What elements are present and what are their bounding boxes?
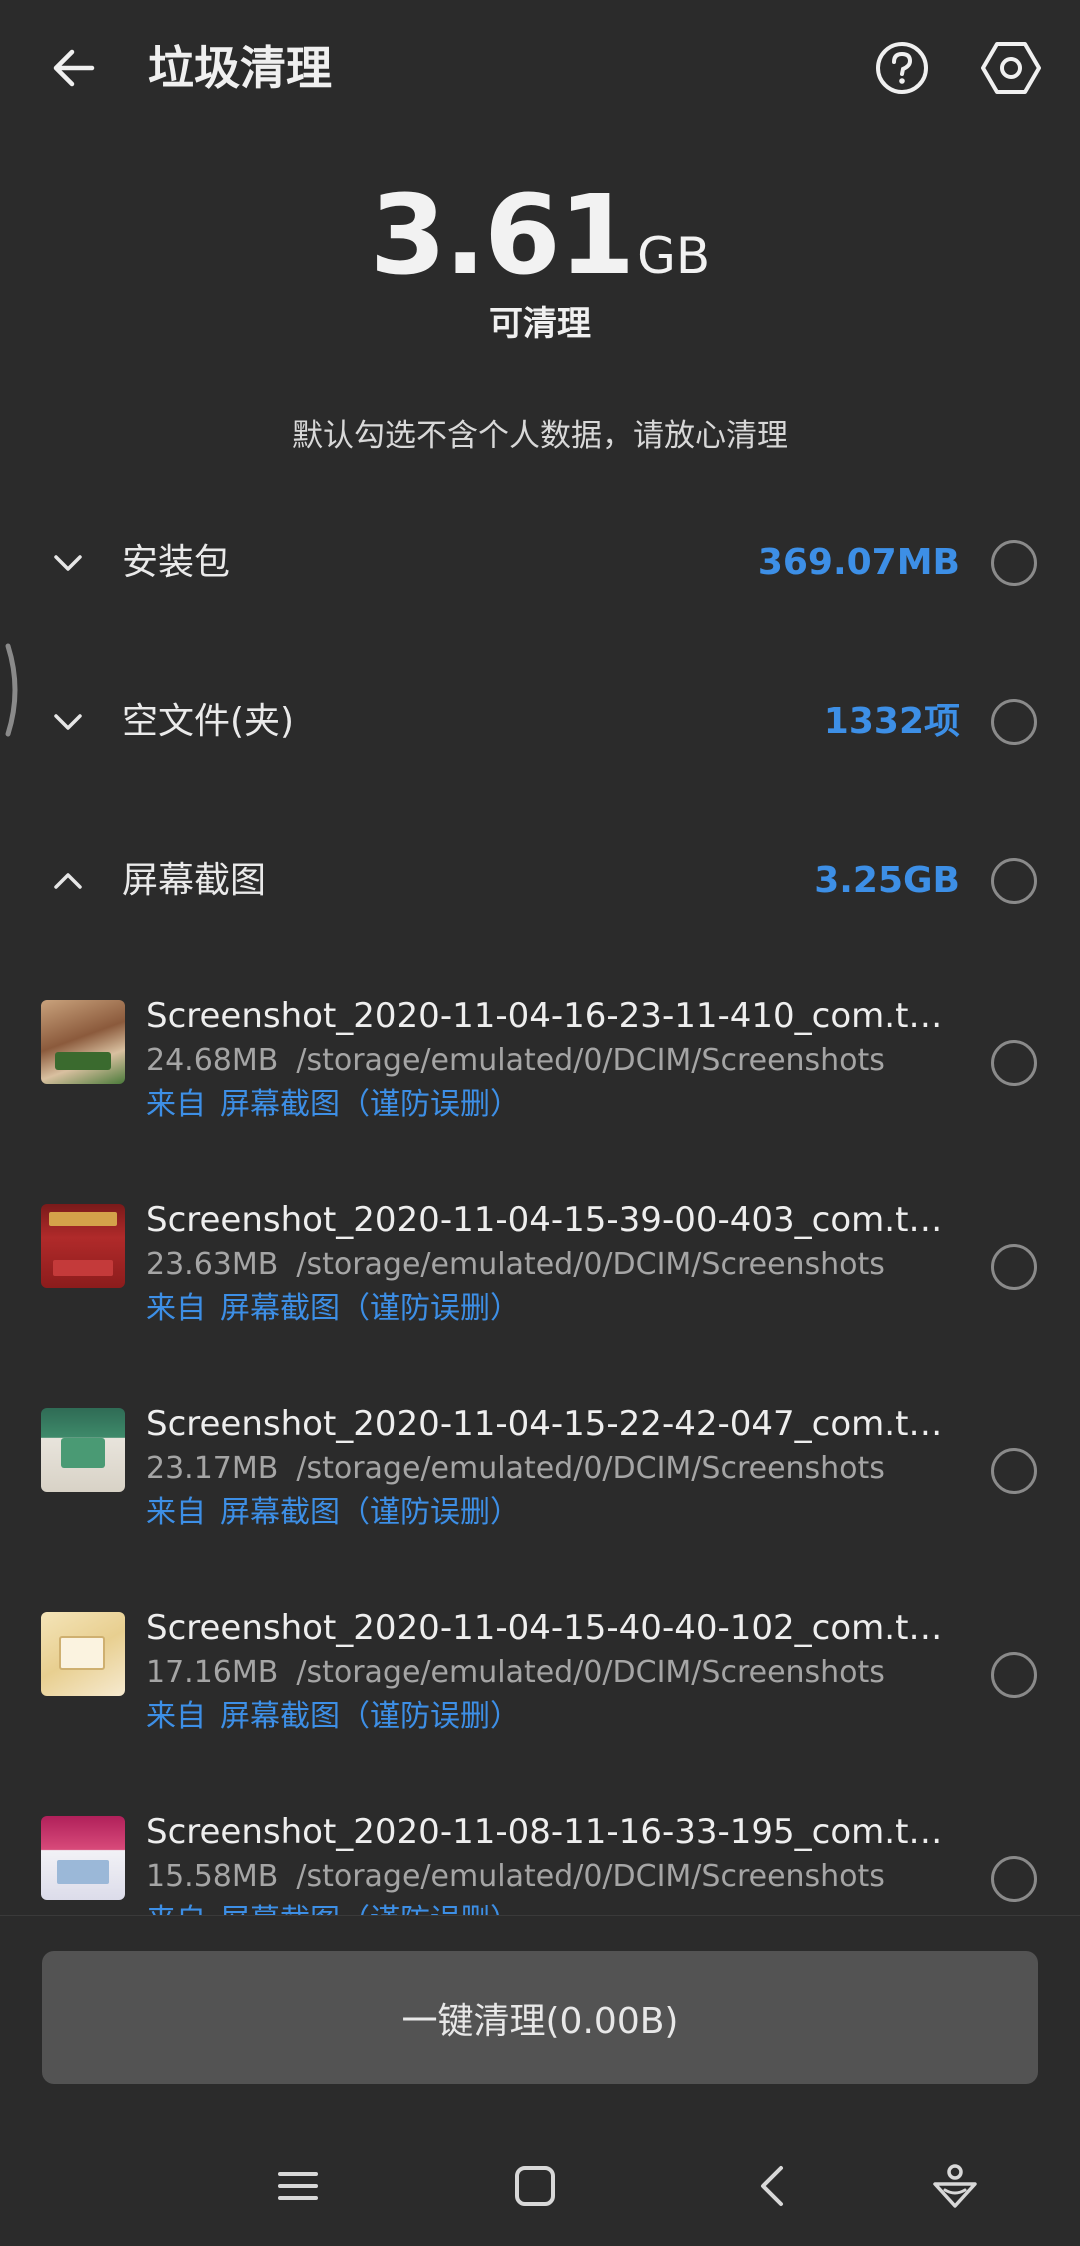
chevron-left-icon bbox=[761, 2166, 783, 2206]
file-size: 17.16MB bbox=[146, 1655, 279, 1690]
back-nav-button[interactable] bbox=[733, 2146, 813, 2226]
category-size: 369.07MB bbox=[757, 542, 960, 583]
file-size: 24.68MB bbox=[146, 1043, 279, 1078]
cleanable-size-value: 3.61 bbox=[369, 171, 635, 299]
source-prefix: 来自 bbox=[146, 1903, 206, 1915]
source-prefix: 来自 bbox=[146, 1495, 206, 1530]
file-source: 来自屏幕截图（谨防误删） bbox=[146, 1492, 520, 1534]
category-checkbox[interactable] bbox=[991, 540, 1037, 586]
category-count: 1332项 bbox=[823, 701, 960, 742]
file-thumbnail bbox=[41, 1612, 125, 1696]
file-name: Screenshot_2020-11-04-15-22-42-047_com.t… bbox=[146, 1404, 956, 1444]
file-checkbox[interactable] bbox=[991, 1244, 1037, 1290]
chevron-down-icon bbox=[54, 555, 82, 571]
file-meta: 23.17MB/storage/emulated/0/DCIM/Screensh… bbox=[146, 1448, 885, 1490]
category-empty-folders[interactable]: 空文件(夹) 1332项 bbox=[0, 672, 1080, 772]
category-checkbox[interactable] bbox=[991, 858, 1037, 904]
file-meta: 24.68MB/storage/emulated/0/DCIM/Screensh… bbox=[146, 1040, 885, 1082]
assistant-icon bbox=[933, 2164, 977, 2208]
help-icon bbox=[876, 42, 928, 94]
cleanable-size-unit: GB bbox=[637, 227, 711, 285]
file-checkbox[interactable] bbox=[991, 1448, 1037, 1494]
file-name: Screenshot_2020-11-08-11-16-33-195_com.t… bbox=[146, 1812, 956, 1852]
file-size: 15.58MB bbox=[146, 1859, 279, 1894]
file-name: Screenshot_2020-11-04-15-39-00-403_com.t… bbox=[146, 1200, 956, 1240]
file-checkbox[interactable] bbox=[991, 1856, 1037, 1902]
file-source: 来自屏幕截图（谨防误删） bbox=[146, 1696, 520, 1738]
file-checkbox[interactable] bbox=[991, 1040, 1037, 1086]
source-link[interactable]: 屏幕截图（谨防误删） bbox=[220, 1903, 520, 1915]
list-item[interactable]: Screenshot_2020-11-04-15-40-40-102_com.t… bbox=[0, 1572, 1080, 1776]
back-button[interactable] bbox=[44, 38, 104, 98]
category-label: 安装包 bbox=[122, 542, 231, 583]
category-size: 3.25GB bbox=[814, 860, 960, 901]
safety-tip: 默认勾选不含个人数据，请放心清理 bbox=[292, 418, 788, 454]
file-path: /storage/emulated/0/DCIM/Screenshots bbox=[296, 1043, 885, 1078]
source-prefix: 来自 bbox=[146, 1699, 206, 1734]
assistant-nav-button[interactable] bbox=[915, 2146, 995, 2226]
chevron-down-icon bbox=[54, 714, 82, 730]
source-link[interactable]: 屏幕截图（谨防误删） bbox=[220, 1291, 520, 1326]
file-name: Screenshot_2020-11-04-15-40-40-102_com.t… bbox=[146, 1608, 956, 1648]
file-path: /storage/emulated/0/DCIM/Screenshots bbox=[296, 1859, 885, 1894]
list-item[interactable]: Screenshot_2020-11-04-15-39-00-403_com.t… bbox=[0, 1164, 1080, 1368]
app-header: 垃圾清理 bbox=[0, 0, 1080, 140]
cleanable-summary: 3.61 GB 可清理 bbox=[0, 170, 1080, 345]
cleanable-label: 可清理 bbox=[489, 304, 591, 344]
file-size: 23.63MB bbox=[146, 1247, 279, 1282]
list-item[interactable]: Screenshot_2020-11-04-15-22-42-047_com.t… bbox=[0, 1368, 1080, 1572]
file-path: /storage/emulated/0/DCIM/Screenshots bbox=[296, 1247, 885, 1282]
source-prefix: 来自 bbox=[146, 1087, 206, 1122]
home-nav-button[interactable] bbox=[495, 2146, 575, 2226]
file-thumbnail bbox=[41, 1408, 125, 1492]
list-item[interactable]: Screenshot_2020-11-08-11-16-33-195_com.t… bbox=[0, 1776, 1080, 1915]
file-thumbnail bbox=[41, 1816, 125, 1900]
category-label: 屏幕截图 bbox=[122, 860, 267, 901]
source-prefix: 来自 bbox=[146, 1291, 206, 1326]
file-source: 来自屏幕截图（谨防误删） bbox=[146, 1084, 520, 1126]
file-meta: 15.58MB/storage/emulated/0/DCIM/Screensh… bbox=[146, 1856, 885, 1898]
category-label: 空文件(夹) bbox=[122, 701, 295, 742]
file-size: 23.17MB bbox=[146, 1451, 279, 1486]
menu-icon bbox=[278, 2172, 318, 2200]
category-checkbox[interactable] bbox=[991, 699, 1037, 745]
file-name: Screenshot_2020-11-04-16-23-11-410_com.t… bbox=[146, 996, 956, 1036]
gear-icon bbox=[981, 42, 1041, 94]
file-path: /storage/emulated/0/DCIM/Screenshots bbox=[296, 1655, 885, 1690]
file-path: /storage/emulated/0/DCIM/Screenshots bbox=[296, 1451, 885, 1486]
file-meta: 17.16MB/storage/emulated/0/DCIM/Screensh… bbox=[146, 1652, 885, 1694]
square-home-icon bbox=[515, 2166, 555, 2206]
system-navigation-bar bbox=[0, 2146, 1080, 2246]
cleanable-size: 3.61 GB bbox=[370, 170, 710, 300]
one-click-clean-button[interactable]: 一键清理(0.00B) bbox=[42, 1951, 1038, 2084]
bottom-bar: 一键清理(0.00B) bbox=[0, 1915, 1080, 2246]
file-thumbnail bbox=[41, 1204, 125, 1288]
file-checkbox[interactable] bbox=[991, 1652, 1037, 1698]
arrow-left-icon bbox=[53, 49, 95, 87]
file-thumbnail bbox=[41, 1000, 125, 1084]
menu-nav-button[interactable] bbox=[258, 2146, 338, 2226]
help-button[interactable] bbox=[872, 38, 932, 98]
screenshot-file-list[interactable]: Screenshot_2020-11-04-16-23-11-410_com.t… bbox=[0, 960, 1080, 1915]
page-title: 垃圾清理 bbox=[148, 41, 332, 95]
category-install-packages[interactable]: 安装包 369.07MB bbox=[0, 513, 1080, 613]
category-screenshots[interactable]: 屏幕截图 3.25GB bbox=[0, 831, 1080, 931]
source-link[interactable]: 屏幕截图（谨防误删） bbox=[220, 1087, 520, 1122]
source-link[interactable]: 屏幕截图（谨防误删） bbox=[220, 1495, 520, 1530]
source-link[interactable]: 屏幕截图（谨防误删） bbox=[220, 1699, 520, 1734]
chevron-up-icon bbox=[54, 873, 82, 889]
file-meta: 23.63MB/storage/emulated/0/DCIM/Screensh… bbox=[146, 1244, 885, 1286]
list-item[interactable]: Screenshot_2020-11-04-16-23-11-410_com.t… bbox=[0, 960, 1080, 1164]
settings-button[interactable] bbox=[980, 38, 1042, 98]
file-source: 来自屏幕截图（谨防误删） bbox=[146, 1288, 520, 1330]
file-source: 来自 屏幕截图（谨防误删） bbox=[146, 1900, 520, 1915]
